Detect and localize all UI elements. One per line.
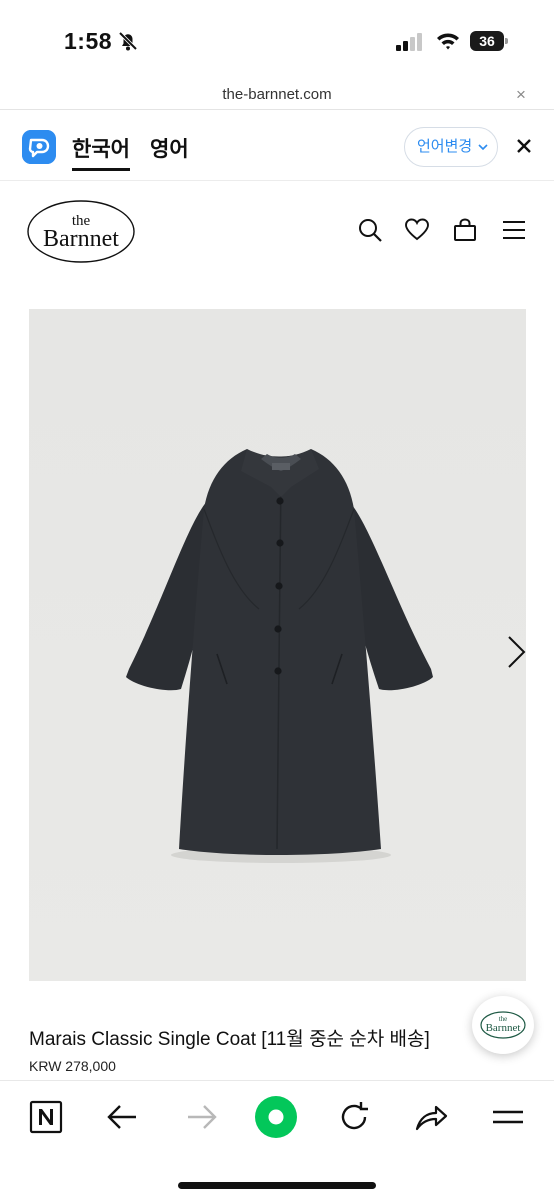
bell-slash-icon xyxy=(118,31,138,51)
share-icon[interactable] xyxy=(413,1099,449,1135)
browser-toolbar xyxy=(0,1080,554,1200)
barnnet-logo-icon: the Barnnet xyxy=(480,1011,526,1039)
floating-logo-button[interactable]: the Barnnet xyxy=(472,996,534,1054)
naver-icon[interactable] xyxy=(28,1099,64,1135)
active-tab-underline xyxy=(72,168,130,171)
address-bar[interactable]: the-barnnet.com × xyxy=(0,80,554,110)
forward-arrow-icon[interactable] xyxy=(183,1099,219,1135)
site-logo[interactable]: the Barnnet xyxy=(26,199,136,264)
site-header: the Barnnet xyxy=(0,182,554,282)
hamburger-icon[interactable] xyxy=(490,1099,526,1135)
translate-app-icon xyxy=(22,130,56,164)
chevron-down-icon xyxy=(478,144,488,151)
menu-icon[interactable] xyxy=(501,217,527,243)
reload-icon[interactable] xyxy=(336,1099,372,1135)
status-bar: 1:58 36 xyxy=(0,0,554,80)
logo-large-text: Barnnet xyxy=(43,226,119,252)
url-text[interactable]: the-barnnet.com xyxy=(0,86,554,103)
change-language-label: 언어변경 xyxy=(417,138,473,155)
change-language-button[interactable]: 언어변경 xyxy=(404,127,498,167)
heart-icon[interactable] xyxy=(404,217,430,243)
cellular-signal-icon xyxy=(396,33,422,51)
tab-english[interactable]: 영어 xyxy=(150,133,189,163)
back-arrow-icon[interactable] xyxy=(105,1099,141,1135)
tab-korean[interactable]: 한국어 xyxy=(72,133,130,163)
product-image[interactable] xyxy=(29,309,526,981)
search-icon[interactable] xyxy=(357,217,383,243)
coat-image xyxy=(29,309,526,981)
product-title[interactable]: Marais Classic Single Coat [11월 중순 순차 배송… xyxy=(29,1024,430,1051)
battery-icon: 36 xyxy=(470,31,508,51)
close-tab-icon[interactable]: × xyxy=(516,86,526,104)
fab-logo-large: Barnnet xyxy=(486,1022,521,1034)
product-price: KRW 278,000 xyxy=(29,1058,116,1074)
shopping-bag-icon[interactable] xyxy=(452,217,478,243)
wifi-icon xyxy=(437,33,459,50)
translate-bar: 한국어 영어 언어변경 xyxy=(0,111,554,181)
chevron-right-icon[interactable] xyxy=(503,634,529,670)
close-icon[interactable] xyxy=(514,136,534,156)
battery-level: 36 xyxy=(470,31,504,51)
home-indicator xyxy=(178,1182,376,1189)
status-time: 1:58 xyxy=(64,28,113,54)
green-home-icon[interactable] xyxy=(254,1095,298,1139)
